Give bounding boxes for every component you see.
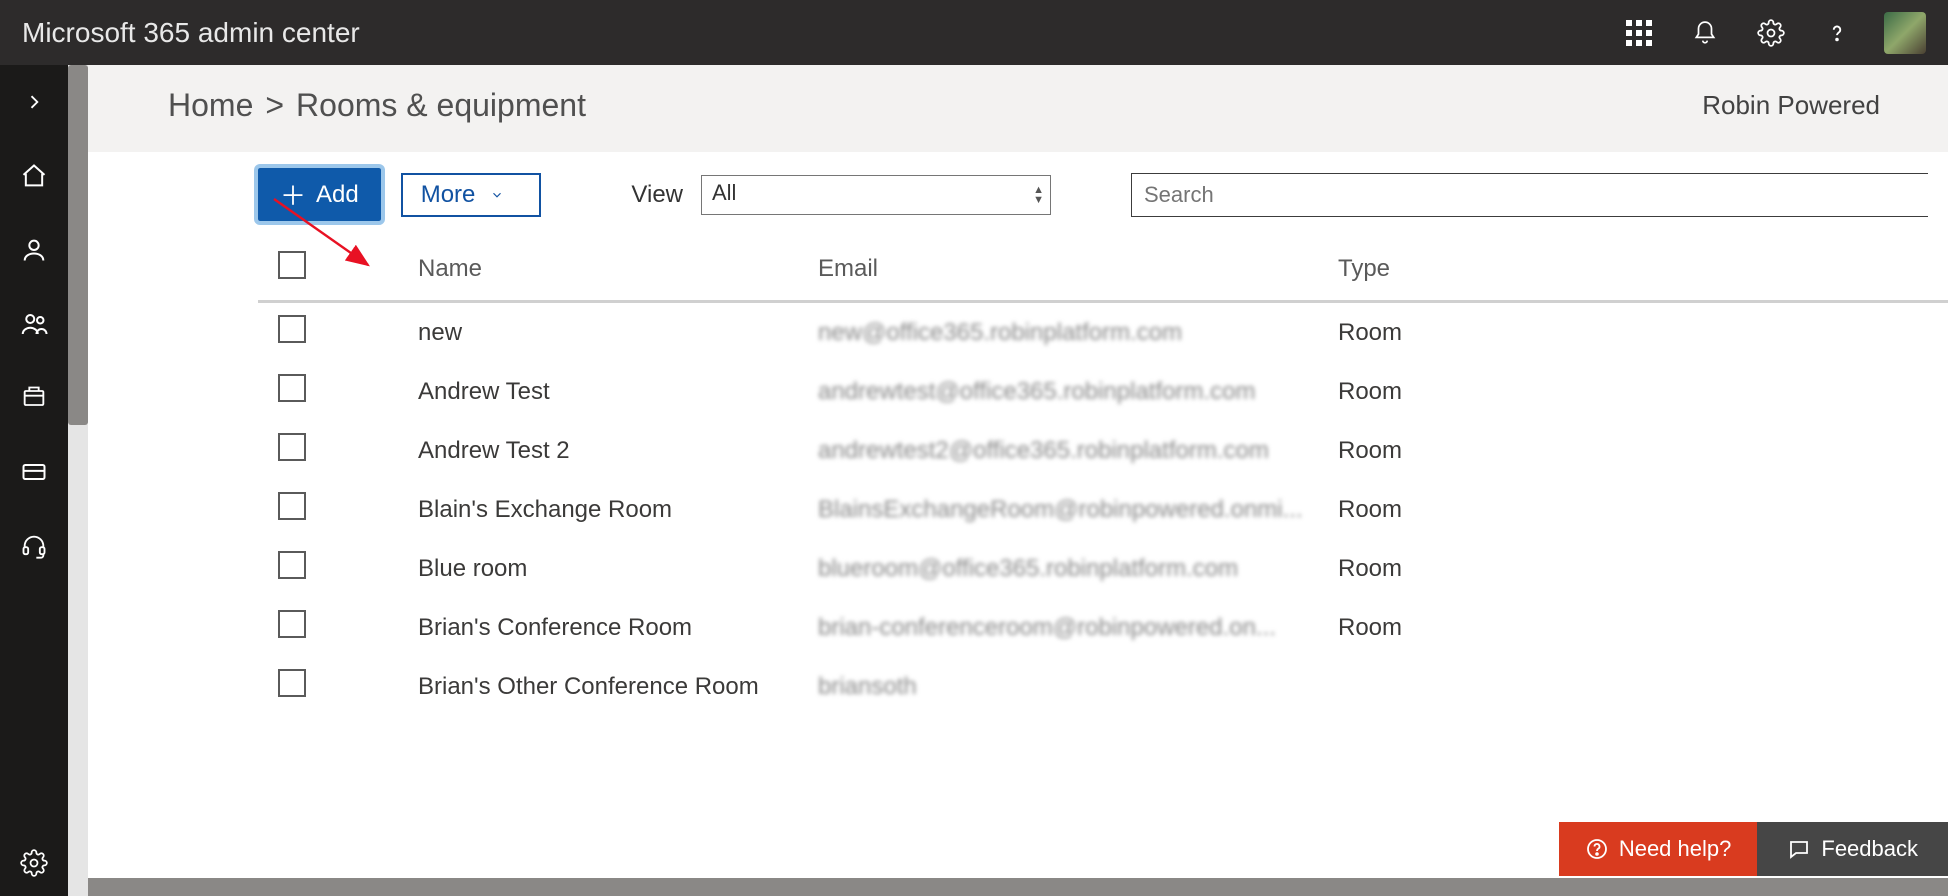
cell-name: new <box>328 302 808 363</box>
row-checkbox[interactable] <box>278 492 306 520</box>
need-help-button[interactable]: Need help? <box>1559 822 1758 876</box>
breadcrumb: Home > Rooms & equipment Robin Powered <box>88 65 1948 152</box>
breadcrumb-home[interactable]: Home <box>168 87 253 124</box>
need-help-label: Need help? <box>1619 836 1732 862</box>
cell-email: andrewtest2@office365.robinplatform.com <box>808 421 1328 480</box>
plus-icon: ＋ <box>280 176 306 213</box>
horizontal-scrollbar[interactable] <box>88 878 1948 896</box>
row-checkbox[interactable] <box>278 315 306 343</box>
cell-email: blueroom@office365.robinplatform.com <box>808 539 1328 598</box>
cell-name: Blain's Exchange Room <box>328 480 808 539</box>
header-right-icons <box>1620 12 1926 54</box>
table-wrap: Name Email Type newnew@office365.robinpl… <box>88 237 1948 896</box>
cell-email: andrewtest@office365.robinplatform.com <box>808 362 1328 421</box>
app-title: Microsoft 365 admin center <box>22 17 1620 49</box>
footer-buttons: Need help? Feedback <box>1559 822 1948 876</box>
table-row[interactable]: Blue roomblueroom@office365.robinplatfor… <box>258 539 1948 598</box>
view-label: View <box>631 181 683 209</box>
app-launcher-icon[interactable] <box>1620 14 1658 52</box>
nav-users-icon[interactable] <box>11 227 57 273</box>
nav-home-icon[interactable] <box>11 153 57 199</box>
nav-support-icon[interactable] <box>11 523 57 569</box>
breadcrumb-separator: > <box>265 87 284 124</box>
cell-email: new@office365.robinplatform.com <box>808 302 1328 363</box>
cell-email: BlainsExchangeRoom@robinpowered.onmi... <box>808 480 1328 539</box>
row-checkbox[interactable] <box>278 669 306 697</box>
more-button-label: More <box>421 181 476 209</box>
nav-resources-icon[interactable] <box>11 375 57 421</box>
feedback-label: Feedback <box>1821 836 1918 862</box>
feedback-button[interactable]: Feedback <box>1757 822 1948 876</box>
column-header-name[interactable]: Name <box>328 237 808 302</box>
table-row[interactable]: Andrew Testandrewtest@office365.robinpla… <box>258 362 1948 421</box>
row-checkbox[interactable] <box>278 433 306 461</box>
vertical-scrollbar[interactable] <box>68 65 88 896</box>
cell-name: Brian's Other Conference Room <box>328 657 808 716</box>
nav-expand-icon[interactable] <box>11 79 57 125</box>
search-input[interactable] <box>1131 173 1928 217</box>
cell-email: brian-conferenceroom@robinpowered.on... <box>808 598 1328 657</box>
add-button-label: Add <box>316 181 359 209</box>
cell-type: Room <box>1328 362 1948 421</box>
view-select[interactable]: All ▲▼ <box>701 175 1051 215</box>
nav-settings-icon[interactable] <box>11 840 57 886</box>
main-wrap: Home > Rooms & equipment Robin Powered ＋… <box>68 65 1948 896</box>
cell-name: Blue room <box>328 539 808 598</box>
select-all-checkbox[interactable] <box>278 251 306 279</box>
help-circle-icon <box>1585 837 1609 861</box>
rooms-table: Name Email Type newnew@office365.robinpl… <box>258 237 1948 716</box>
nav-groups-icon[interactable] <box>11 301 57 347</box>
breadcrumb-current: Rooms & equipment <box>296 87 586 124</box>
feedback-icon <box>1787 837 1811 861</box>
select-updown-icon: ▲▼ <box>1033 185 1044 205</box>
row-checkbox[interactable] <box>278 610 306 638</box>
tenant-name: Robin Powered <box>1702 90 1920 121</box>
row-checkbox[interactable] <box>278 551 306 579</box>
cell-type: Room <box>1328 598 1948 657</box>
column-header-email[interactable]: Email <box>808 237 1328 302</box>
table-row[interactable]: newnew@office365.robinplatform.comRoom <box>258 302 1948 363</box>
column-header-type[interactable]: Type <box>1328 237 1948 302</box>
help-icon[interactable] <box>1818 14 1856 52</box>
notifications-icon[interactable] <box>1686 14 1724 52</box>
cell-type: Room <box>1328 480 1948 539</box>
toolbar: ＋ Add More View All ▲▼ <box>88 152 1948 237</box>
table-row[interactable]: Andrew Test 2andrewtest2@office365.robin… <box>258 421 1948 480</box>
add-button[interactable]: ＋ Add <box>258 168 381 221</box>
cell-type <box>1328 657 1948 716</box>
cell-type: Room <box>1328 421 1948 480</box>
settings-gear-icon[interactable] <box>1752 14 1790 52</box>
cell-name: Andrew Test 2 <box>328 421 808 480</box>
chevron-down-icon <box>487 188 507 202</box>
table-row[interactable]: Brian's Conference Roombrian-conferencer… <box>258 598 1948 657</box>
cell-name: Brian's Conference Room <box>328 598 808 657</box>
view-select-value: All <box>712 180 736 205</box>
global-header: Microsoft 365 admin center <box>0 0 1948 65</box>
main-content: Home > Rooms & equipment Robin Powered ＋… <box>88 65 1948 896</box>
cell-type: Room <box>1328 539 1948 598</box>
cell-name: Andrew Test <box>328 362 808 421</box>
cell-email: briansoth <box>808 657 1328 716</box>
left-nav <box>0 65 68 896</box>
nav-billing-icon[interactable] <box>11 449 57 495</box>
table-header-row: Name Email Type <box>258 237 1948 302</box>
more-button[interactable]: More <box>401 173 542 217</box>
table-row[interactable]: Brian's Other Conference Roombriansoth <box>258 657 1948 716</box>
cell-type: Room <box>1328 302 1948 363</box>
row-checkbox[interactable] <box>278 374 306 402</box>
table-row[interactable]: Blain's Exchange RoomBlainsExchangeRoom@… <box>258 480 1948 539</box>
user-avatar[interactable] <box>1884 12 1926 54</box>
